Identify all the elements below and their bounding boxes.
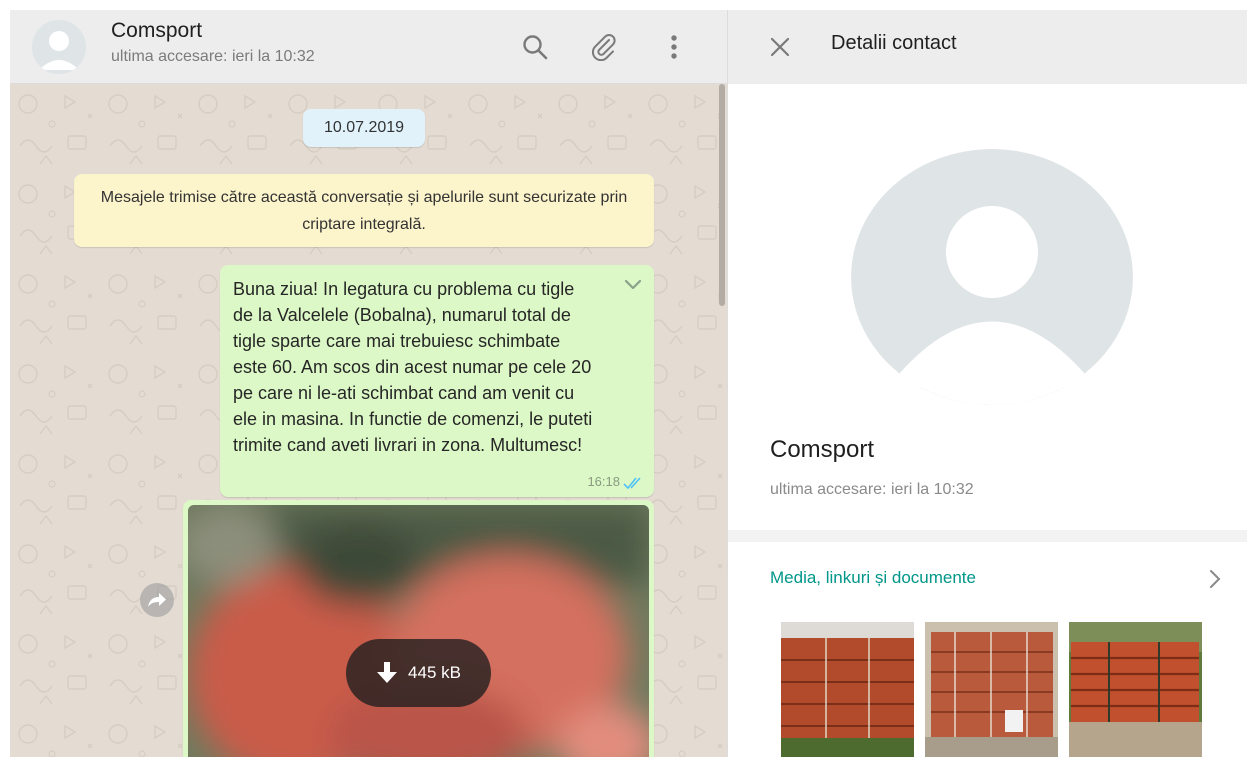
download-size: 445 kB [408, 663, 461, 682]
encryption-notice[interactable]: Mesajele trimise către această conversaț… [74, 174, 654, 247]
default-avatar-icon [32, 20, 86, 74]
media-section: Media, linkuri și documente [728, 542, 1247, 757]
outgoing-message[interactable]: Buna ziua! In legatura cu problema cu ti… [220, 265, 654, 497]
chat-title[interactable]: Comsport [111, 19, 202, 43]
message-text: Buna ziua! In legatura cu problema cu ti… [233, 279, 593, 455]
search-button[interactable] [515, 27, 555, 67]
roof-tiles-photo-3 [1069, 622, 1202, 757]
message-time: 16:18 [587, 474, 620, 489]
search-icon [523, 35, 548, 60]
default-avatar-icon [851, 149, 1133, 405]
media-links-docs-link[interactable]: Media, linkuri și documente [770, 568, 1222, 592]
profile-photo[interactable] [851, 149, 1133, 405]
download-arrow-icon [377, 662, 398, 683]
chat-header: Comsport ultima accesare: ieri la 10:32 [10, 10, 727, 84]
download-button[interactable]: 445 kB [346, 639, 491, 707]
date-chip: 10.07.2019 [303, 109, 425, 147]
chevron-down-icon [624, 279, 642, 290]
blurred-image-preview[interactable] [188, 505, 649, 757]
close-button[interactable] [760, 27, 800, 67]
chat-last-seen: ultima accesare: ieri la 10:32 [111, 48, 315, 65]
forward-icon [148, 593, 166, 607]
media-thumbnail-3[interactable] [1069, 622, 1202, 757]
message-menu-button[interactable] [618, 273, 648, 297]
roof-tiles-photo-1 [781, 622, 914, 757]
close-icon [770, 37, 790, 57]
chevron-right-icon [1210, 570, 1221, 588]
double-check-read-icon [623, 477, 641, 490]
avatar[interactable] [32, 20, 86, 74]
chat-pane: Comsport ultima accesare: ieri la 10:32 [10, 10, 727, 757]
attach-icon [591, 34, 616, 61]
media-thumbnail-2[interactable] [925, 622, 1058, 757]
profile-card: Comsport ultima accesare: ieri la 10:32 [728, 84, 1247, 530]
media-thumbnail-1[interactable] [781, 622, 914, 757]
chat-scrollbar[interactable] [719, 84, 725, 306]
attach-button[interactable] [585, 27, 625, 67]
contact-details-pane: Detalii contact Comsport ultima accesare… [727, 10, 1247, 757]
media-label: Media, linkuri și documente [770, 568, 976, 587]
contact-name: Comsport [770, 436, 875, 463]
menu-button[interactable] [654, 27, 694, 67]
menu-dots-icon [671, 35, 677, 59]
roof-tiles-photo-2 [925, 622, 1058, 757]
chat-body[interactable]: 10.07.2019 Mesajele trimise către aceast… [10, 84, 727, 757]
contact-last-seen: ultima accesare: ieri la 10:32 [770, 481, 974, 498]
forward-button[interactable] [140, 583, 174, 617]
image-message[interactable]: 445 kB [183, 500, 654, 757]
contact-header-title: Detalii contact [831, 32, 957, 54]
contact-header: Detalii contact [728, 10, 1247, 84]
blurred-roof-tiles-image [188, 505, 649, 757]
